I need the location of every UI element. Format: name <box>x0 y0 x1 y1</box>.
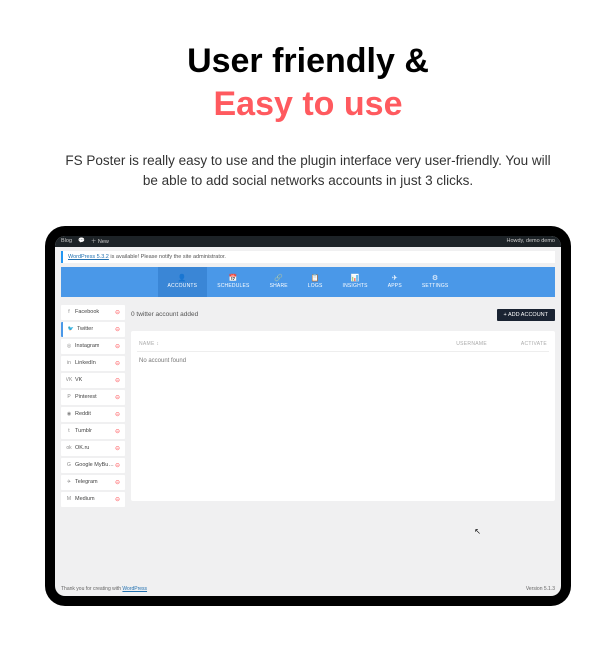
hero-title: User friendly & Easy to use <box>0 40 616 125</box>
hero-description: FS Poster is really easy to use and the … <box>58 151 558 192</box>
sidebar-item-label: Telegram <box>75 479 98 485</box>
user-icon: 👤 <box>178 275 187 282</box>
sidebar-item-instagram[interactable]: ◎Instagram ⊖ <box>61 339 125 354</box>
plugin-nav: 👤ACCOUNTS 📅SCHEDULES 🔗SHARE 📋LOGS 📊INSIG… <box>61 267 555 297</box>
main-panel: 0 twitter account added + ADD ACCOUNT NA… <box>131 305 555 507</box>
sidebar-item-label: Instagram <box>75 343 99 349</box>
footer-thanks: Thank you for creating with <box>61 586 122 592</box>
medium-icon: M <box>66 496 72 502</box>
nav-apps-label: APPS <box>388 283 402 289</box>
sidebar-item-label: Pinterest <box>75 394 97 400</box>
col-username: USERNAME <box>427 341 487 347</box>
twitter-icon: 🐦 <box>68 326 74 332</box>
google-icon: G <box>66 462 72 468</box>
wp-update-link[interactable]: WordPress 5.3.2 <box>68 254 109 260</box>
col-name[interactable]: NAME ↕ <box>139 341 427 347</box>
remove-icon[interactable]: ⊖ <box>115 394 120 401</box>
accounts-count-title: 0 twitter account added <box>131 311 198 318</box>
sidebar-item-vk[interactable]: VKVK ⊖ <box>61 373 125 388</box>
remove-icon[interactable]: ⊖ <box>115 377 120 384</box>
remove-icon[interactable]: ⊖ <box>115 411 120 418</box>
facebook-icon: f <box>66 309 72 315</box>
remove-icon[interactable]: ⊖ <box>115 445 120 452</box>
remove-icon[interactable]: ⊖ <box>115 479 120 486</box>
nav-logs[interactable]: 📋LOGS <box>298 267 333 297</box>
linkedin-icon: in <box>66 360 72 366</box>
sidebar-item-label: Google MyBusiness <box>75 462 115 468</box>
tablet-screen: Blog 💬 ＋ New Howdy, demo demo WordPress … <box>55 236 561 596</box>
remove-icon[interactable]: ⊖ <box>115 360 120 367</box>
instagram-icon: ◎ <box>66 343 72 349</box>
share-icon: 🔗 <box>274 275 283 282</box>
sidebar-item-linkedin[interactable]: inLinkedIn ⊖ <box>61 356 125 371</box>
wp-new-link[interactable]: ＋ New <box>91 237 109 245</box>
sidebar-item-telegram[interactable]: ✈Telegram ⊖ <box>61 475 125 490</box>
sidebar-item-facebook[interactable]: fFacebook ⊖ <box>61 305 125 320</box>
plane-icon: ✈ <box>392 275 398 282</box>
wp-comments-icon[interactable]: 💬 <box>78 238 85 244</box>
sidebar-item-tumblr[interactable]: tTumblr ⊖ <box>61 424 125 439</box>
nav-insights[interactable]: 📊INSIGHTS <box>333 267 378 297</box>
remove-icon[interactable]: ⊖ <box>115 309 120 316</box>
sidebar-item-label: Facebook <box>75 309 99 315</box>
vk-icon: VK <box>66 377 72 383</box>
sidebar-item-label: Tumblr <box>75 428 92 434</box>
nav-accounts-label: ACCOUNTS <box>168 283 198 289</box>
sidebar-item-label: LinkedIn <box>75 360 96 366</box>
nav-accounts[interactable]: 👤ACCOUNTS <box>158 267 208 297</box>
footer-wp-link[interactable]: WordPress <box>122 586 147 592</box>
col-activate: ACTIVATE <box>487 341 547 347</box>
sidebar-item-gmb[interactable]: GGoogle MyBusiness⊖ <box>61 458 125 473</box>
sidebar-item-label: Reddit <box>75 411 91 417</box>
okru-icon: ok <box>66 445 72 451</box>
reddit-icon: ◉ <box>66 411 72 417</box>
nav-apps[interactable]: ✈APPS <box>378 267 412 297</box>
wp-site-link[interactable]: Blog <box>61 238 72 244</box>
wp-update-notice: WordPress 5.3.2 is available! Please not… <box>61 251 555 263</box>
wp-howdy[interactable]: Howdy, demo demo <box>506 238 555 244</box>
nav-logs-label: LOGS <box>308 283 323 289</box>
nav-insights-label: INSIGHTS <box>343 283 368 289</box>
nav-schedules-label: SCHEDULES <box>217 283 249 289</box>
list-icon: 📋 <box>311 275 320 282</box>
wp-footer: Thank you for creating with WordPress Ve… <box>61 586 555 592</box>
sidebar-item-label: OK.ru <box>75 445 89 451</box>
sidebar-item-okru[interactable]: okOK.ru ⊖ <box>61 441 125 456</box>
remove-icon[interactable]: ⊖ <box>115 326 120 333</box>
cursor-icon: ↖ <box>474 527 481 536</box>
empty-state: No account found <box>137 351 549 370</box>
add-account-button[interactable]: + ADD ACCOUNT <box>497 309 555 321</box>
sidebar-item-label: Twitter <box>77 326 93 332</box>
sidebar-item-label: VK <box>75 377 82 383</box>
sidebar-item-reddit[interactable]: ◉Reddit ⊖ <box>61 407 125 422</box>
sidebar-item-medium[interactable]: MMedium ⊖ <box>61 492 125 507</box>
tablet-device-frame: Blog 💬 ＋ New Howdy, demo demo WordPress … <box>45 226 571 606</box>
sidebar-item-pinterest[interactable]: PPinterest ⊖ <box>61 390 125 405</box>
nav-share-label: SHARE <box>270 283 288 289</box>
networks-sidebar: fFacebook ⊖ 🐦Twitter ⊖ ◎Instagram ⊖ inLinke… <box>61 305 125 507</box>
sidebar-item-twitter[interactable]: 🐦Twitter ⊖ <box>61 322 125 337</box>
calendar-icon: 📅 <box>229 275 238 282</box>
remove-icon[interactable]: ⊖ <box>115 343 120 350</box>
nav-settings[interactable]: ⚙SETTINGS <box>412 267 459 297</box>
gear-icon: ⚙ <box>432 275 438 282</box>
remove-icon[interactable]: ⊖ <box>115 428 120 435</box>
tumblr-icon: t <box>66 428 72 434</box>
hero-title-line1: User friendly & <box>187 42 429 80</box>
wp-admin-bar: Blog 💬 ＋ New Howdy, demo demo <box>55 236 561 247</box>
pinterest-icon: P <box>66 394 72 400</box>
nav-share[interactable]: 🔗SHARE <box>260 267 298 297</box>
nav-settings-label: SETTINGS <box>422 283 449 289</box>
remove-icon[interactable]: ⊖ <box>115 496 120 503</box>
chart-icon: 📊 <box>351 275 360 282</box>
hero-title-line2: Easy to use <box>214 85 403 123</box>
wp-update-text: is available! Please notify the site adm… <box>109 254 226 260</box>
accounts-table: NAME ↕ USERNAME ACTIVATE No account foun… <box>131 331 555 501</box>
remove-icon[interactable]: ⊖ <box>115 462 120 469</box>
nav-schedules[interactable]: 📅SCHEDULES <box>207 267 259 297</box>
telegram-icon: ✈ <box>66 479 72 485</box>
sidebar-item-label: Medium <box>75 496 95 502</box>
footer-version: Version 5.1.3 <box>526 586 555 592</box>
